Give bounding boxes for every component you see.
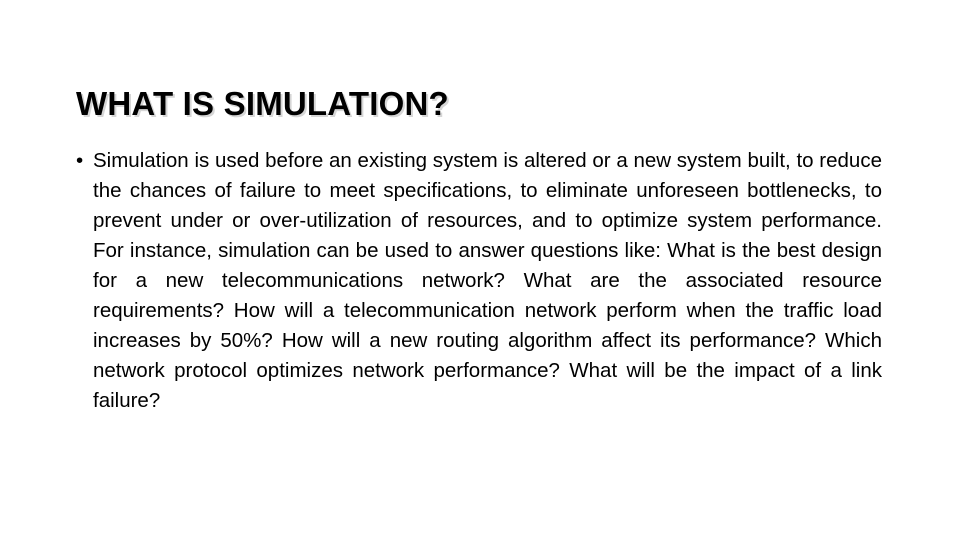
list-item: • Simulation is used before an existing … — [76, 146, 882, 416]
slide-canvas: WHAT IS SIMULATION? • Simulation is used… — [0, 0, 960, 540]
bullet-icon: • — [76, 149, 84, 172]
page-title: WHAT IS SIMULATION? — [76, 85, 449, 123]
slide-body: • Simulation is used before an existing … — [76, 146, 882, 416]
list-item-text: Simulation is used before an existing sy… — [93, 149, 882, 412]
